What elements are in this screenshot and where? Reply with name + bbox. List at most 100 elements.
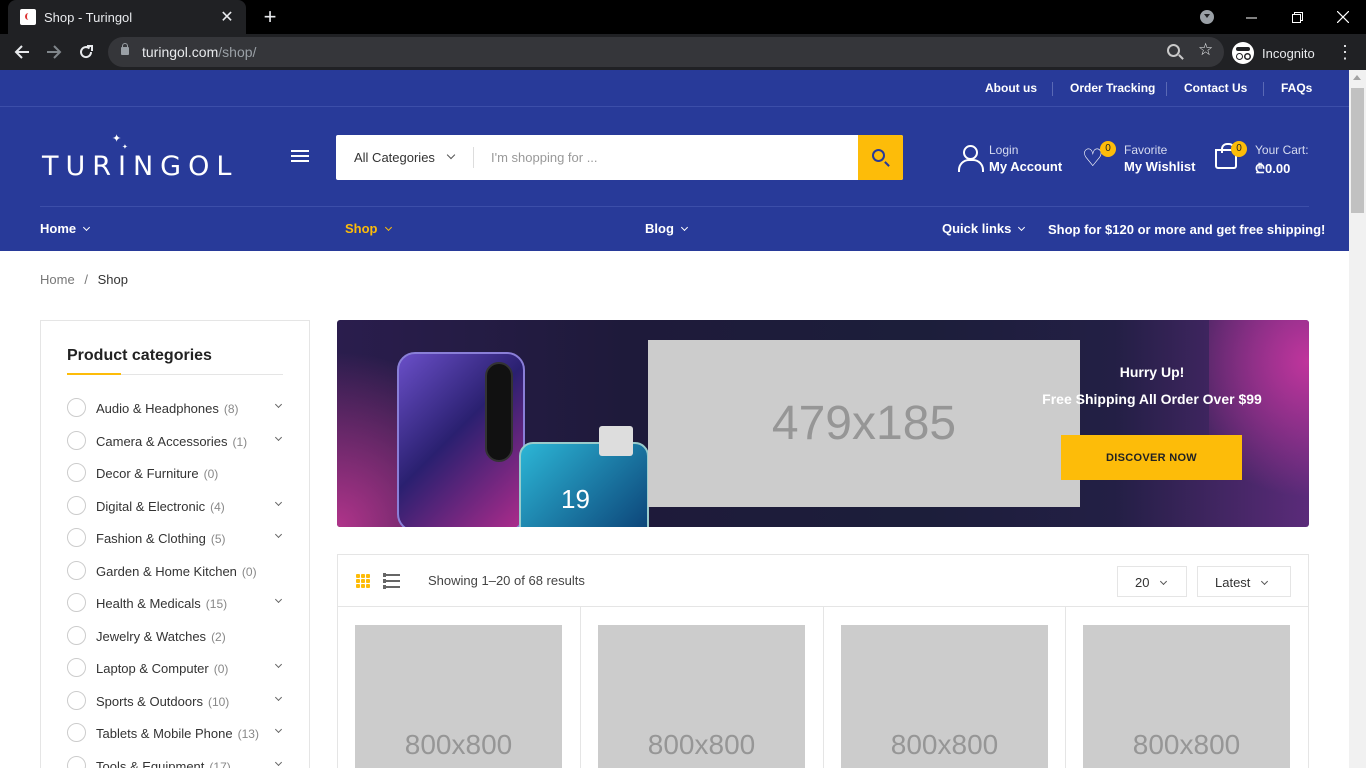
banner-headline: Hurry Up! xyxy=(1119,364,1185,380)
category-radio[interactable] xyxy=(67,593,86,612)
category-radio[interactable] xyxy=(67,723,86,742)
sort-select[interactable]: Latest xyxy=(1197,566,1291,597)
close-window-button[interactable] xyxy=(1320,0,1366,34)
scroll-up-arrow-icon[interactable] xyxy=(1353,75,1361,80)
chevron-down-icon[interactable] xyxy=(274,725,283,734)
divider xyxy=(580,607,581,768)
discover-now-button[interactable]: DISCOVER NOW xyxy=(1061,435,1242,480)
nav-home[interactable]: Home xyxy=(40,221,91,236)
category-item[interactable]: Health & Medicals (15) xyxy=(67,593,287,613)
lock-icon[interactable] xyxy=(121,43,129,55)
category-radio[interactable] xyxy=(67,560,86,580)
category-radio[interactable] xyxy=(67,528,86,547)
browser-tab[interactable]: Shop - Turingol ✕ xyxy=(8,0,246,34)
category-label[interactable]: Garden & Home Kitchen (0) xyxy=(96,564,257,579)
contact-us-link[interactable]: Contact Us xyxy=(1184,81,1247,95)
category-item[interactable]: Tools & Equipment (17) xyxy=(67,755,287,768)
category-item[interactable]: Laptop & Computer (0) xyxy=(67,658,287,678)
category-radio[interactable] xyxy=(67,463,86,482)
product-image[interactable]: 800x800 xyxy=(841,625,1048,768)
category-radio[interactable] xyxy=(67,495,86,515)
reload-icon[interactable] xyxy=(76,42,96,62)
category-label[interactable]: Tools & Equipment (17) xyxy=(96,759,231,768)
browser-menu-icon[interactable]: ⋮ xyxy=(1336,40,1354,64)
category-radio[interactable] xyxy=(67,690,86,710)
category-radio[interactable] xyxy=(67,658,86,677)
incognito-indicator[interactable]: Incognito xyxy=(1232,40,1324,66)
nav-blog[interactable]: Blog xyxy=(645,221,688,236)
sparkle-icon: ✦ xyxy=(112,133,122,145)
category-label[interactable]: Laptop & Computer (0) xyxy=(96,661,228,676)
restore-button[interactable] xyxy=(1274,0,1320,34)
category-item[interactable]: Camera & Accessories (1) xyxy=(67,430,287,451)
search-page-icon[interactable] xyxy=(1167,44,1180,57)
nav-quick-links[interactable]: Quick links xyxy=(942,221,1026,236)
hamburger-menu-icon[interactable] xyxy=(291,150,309,162)
minimize-button[interactable] xyxy=(1228,0,1274,34)
scrollbar-thumb[interactable] xyxy=(1351,88,1364,213)
chevron-down-icon[interactable] xyxy=(274,530,283,539)
category-label[interactable]: Digital & Electronic (4) xyxy=(96,499,225,514)
breadcrumb-home-link[interactable]: Home xyxy=(40,272,75,287)
category-label[interactable]: Audio & Headphones (8) xyxy=(96,401,239,416)
tab-search-icon[interactable] xyxy=(1200,10,1214,24)
category-label[interactable]: Fashion & Clothing (5) xyxy=(96,531,226,546)
category-item[interactable]: Sports & Outdoors (10) xyxy=(67,690,287,711)
nav-shop[interactable]: Shop xyxy=(345,221,392,236)
category-item[interactable]: Tablets & Mobile Phone (13) xyxy=(67,723,287,743)
category-item[interactable]: Fashion & Clothing (5) xyxy=(67,528,287,548)
user-icon[interactable] xyxy=(957,145,984,172)
chevron-down-icon[interactable] xyxy=(274,400,283,409)
category-label[interactable]: Tablets & Mobile Phone (13) xyxy=(96,726,259,741)
category-label[interactable]: Camera & Accessories (1) xyxy=(96,434,247,449)
close-tab-icon[interactable]: ✕ xyxy=(218,7,236,27)
category-item[interactable]: Garden & Home Kitchen (0) xyxy=(67,560,287,581)
order-tracking-link[interactable]: Order Tracking xyxy=(1070,81,1155,95)
page-scrollbar[interactable] xyxy=(1349,70,1366,768)
about-us-link[interactable]: About us xyxy=(985,81,1037,95)
search-input[interactable] xyxy=(475,135,855,180)
wishlist-link[interactable]: Favorite My Wishlist xyxy=(1124,143,1195,174)
address-bar[interactable]: turingol.com/shop/ ☆ xyxy=(108,37,1224,67)
my-account-link[interactable]: Login My Account xyxy=(989,143,1062,174)
category-radio[interactable] xyxy=(67,398,86,417)
category-radio[interactable] xyxy=(67,625,86,645)
category-label[interactable]: Sports & Outdoors (10) xyxy=(96,694,229,709)
category-item[interactable]: Jewelry & Watches (2) xyxy=(67,625,287,646)
category-radio[interactable] xyxy=(67,755,86,768)
site-logo[interactable]: ✦ ✦ TURINGOL xyxy=(42,133,232,182)
category-label[interactable]: Jewelry & Watches (2) xyxy=(96,629,226,644)
category-item[interactable]: Digital & Electronic (4) xyxy=(67,495,287,516)
breadcrumb-current: Shop xyxy=(97,272,128,287)
category-count: (2) xyxy=(211,629,226,644)
category-item[interactable]: Decor & Furniture (0) xyxy=(67,463,287,483)
category-label[interactable]: Decor & Furniture (0) xyxy=(96,466,218,481)
chevron-down-icon[interactable] xyxy=(274,595,283,604)
faqs-link[interactable]: FAQs xyxy=(1281,81,1312,95)
chevron-down-icon[interactable] xyxy=(274,693,283,701)
account-small-label: Login xyxy=(989,143,1019,157)
cart-link[interactable]: Your Cart: ₾0.00 xyxy=(1255,143,1309,177)
category-item[interactable]: Audio & Headphones (8) xyxy=(67,398,287,418)
chevron-down-icon[interactable] xyxy=(274,433,283,441)
grid-view-icon[interactable] xyxy=(356,574,370,588)
divider xyxy=(1166,82,1167,96)
chevron-down-icon[interactable] xyxy=(274,498,283,506)
back-icon[interactable] xyxy=(12,42,32,62)
product-image[interactable]: 800x800 xyxy=(1083,625,1290,768)
per-page-select[interactable]: 20 xyxy=(1117,566,1187,597)
chevron-down-icon[interactable] xyxy=(274,660,283,669)
product-image[interactable]: 800x800 xyxy=(598,625,805,768)
category-label[interactable]: Health & Medicals (15) xyxy=(96,596,227,611)
category-select[interactable]: All Categories xyxy=(354,150,435,165)
chevron-down-icon[interactable] xyxy=(274,758,283,766)
product-image[interactable]: 800x800 xyxy=(355,625,562,768)
new-tab-button[interactable]: + xyxy=(258,5,282,29)
forward-icon[interactable] xyxy=(44,42,64,62)
category-count: (5) xyxy=(210,532,226,546)
bookmark-star-icon[interactable]: ☆ xyxy=(1198,40,1213,60)
search-button[interactable] xyxy=(858,135,903,180)
list-view-icon[interactable] xyxy=(383,573,400,589)
category-radio[interactable] xyxy=(67,430,86,450)
promo-banner: 19 479x185 Hurry Up! Free Shipping All O… xyxy=(337,320,1309,527)
